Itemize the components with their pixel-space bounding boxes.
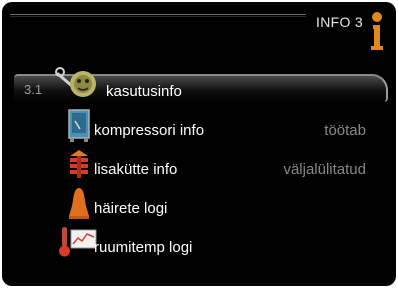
menu-item-kasutusinfo[interactable]: 3.1 kasutusinfo <box>14 67 388 102</box>
menu-item-lisakutte-info[interactable]: lisakütte info väljalülitatud <box>2 150 396 182</box>
menu-item-label: kasutusinfo <box>106 83 182 100</box>
menu-item-label: häirete logi <box>94 200 168 217</box>
menu-item-label: ruumitemp logi <box>94 239 193 256</box>
menu-item-label: kompressori info <box>94 122 205 139</box>
heater-icon <box>70 150 88 178</box>
menu-item-status: väljalülitatud <box>283 161 366 178</box>
header-divider <box>10 14 306 15</box>
menu-item-hairete-logi[interactable]: häirete logi <box>2 188 396 221</box>
info-icon <box>371 12 383 50</box>
menu-number: 3.1 <box>24 82 43 97</box>
thermometer-graph-icon <box>59 227 97 257</box>
menu-item-status: töötab <box>324 122 366 139</box>
compressor-icon <box>68 109 90 142</box>
menu-item-kompressori-info[interactable]: kompressori info töötab <box>2 109 396 143</box>
gears-icon <box>55 67 96 97</box>
menu-item-label: lisakütte info <box>94 161 178 178</box>
alarm-bell-icon <box>69 188 89 219</box>
menu-item-ruumitemp-logi[interactable]: ruumitemp logi <box>2 227 396 260</box>
display-screen: INFO 3 3.1 kasutusinfo kompressori info … <box>2 2 396 286</box>
page-title: INFO 3 <box>316 14 363 30</box>
